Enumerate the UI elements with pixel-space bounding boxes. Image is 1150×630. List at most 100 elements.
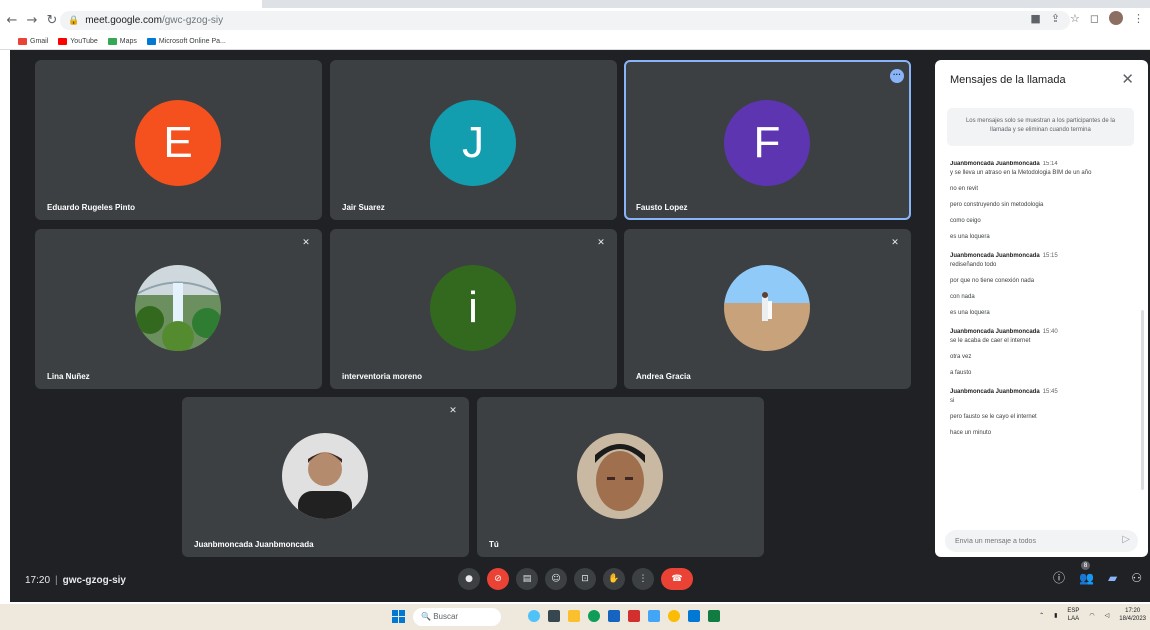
- tab-strip: [0, 0, 1150, 8]
- url-host: meet.google.com: [85, 15, 162, 26]
- chat-message-input[interactable]: [945, 530, 1105, 553]
- language-indicator[interactable]: ESP LAA: [1067, 607, 1079, 623]
- avatar-photo: [577, 433, 663, 519]
- microphone-icon[interactable]: ●: [458, 568, 480, 590]
- sidepanel-icon[interactable]: ◻: [1090, 12, 1099, 25]
- chrome-icon[interactable]: [668, 610, 680, 622]
- message-sender: Juanbmoncada Juanbmoncada: [950, 329, 1040, 335]
- screen: ← → ↻ 🔒 meet.google.com/gwc-gzog-siy ■ ⇪…: [0, 0, 1150, 630]
- widgets-icon[interactable]: [528, 610, 540, 622]
- wifi-icon[interactable]: ◠: [1089, 612, 1094, 619]
- file-explorer-icon[interactable]: [568, 610, 580, 622]
- url-path: /gwc-gzog-siy: [161, 15, 224, 26]
- participant-tile-andrea[interactable]: ✕ Andrea Gracia: [624, 229, 911, 389]
- message-line: y se lleva un atraso en la Metodologia B…: [950, 170, 1092, 176]
- separator: |: [55, 575, 58, 586]
- avatar-photo: [724, 265, 810, 351]
- toolbar-right: ■ ⇪ ☆ ◻ ⋮: [1030, 11, 1144, 25]
- message-time: 15:45: [1042, 389, 1058, 395]
- participant-name: Eduardo Rugeles Pinto: [47, 203, 136, 212]
- participant-tile-interventoria[interactable]: ✕ i interventoria moreno: [330, 229, 617, 389]
- info-icon[interactable]: ⓘ: [1053, 569, 1065, 586]
- camera-off-icon[interactable]: ⊘: [487, 568, 509, 590]
- indoor-waterfall-photo: [135, 265, 221, 351]
- beach-photo: [724, 265, 810, 351]
- chat-messages[interactable]: Juanbmoncada Juanbmoncada 15:14 y se llev…: [950, 161, 1135, 521]
- forward-icon[interactable]: →: [24, 13, 40, 29]
- mic-off-icon: ✕: [597, 238, 605, 248]
- gmail-icon: [18, 38, 27, 45]
- meeting-info: 17:20 | gwc-gzog-siy: [25, 575, 126, 586]
- excel-icon[interactable]: [708, 610, 720, 622]
- profile-avatar[interactable]: [1109, 11, 1123, 25]
- bookmark-star-icon[interactable]: ☆: [1070, 12, 1080, 25]
- participant-tile-juanbmoncada[interactable]: ✕ Juanbmoncada Juanbmoncada: [182, 397, 469, 557]
- participant-tile-fausto[interactable]: ··· F Fausto Lopez: [624, 60, 911, 220]
- message-line: con nada: [950, 294, 975, 300]
- bookmark-maps[interactable]: Maps: [107, 38, 137, 45]
- microsoft-icon: [146, 38, 156, 45]
- edge-icon[interactable]: [588, 610, 600, 622]
- participant-name: Jair Suarez: [342, 203, 385, 212]
- address-bar[interactable]: 🔒 meet.google.com/gwc-gzog-siy: [60, 11, 1070, 30]
- more-options-icon[interactable]: ⋮: [632, 568, 654, 590]
- system-tray: ⌃ ▮ ESP LAA ◠ ◁ 17:20 18/4/2023: [1039, 607, 1146, 623]
- leave-call-button[interactable]: ☎: [661, 568, 693, 590]
- taskbar-clock[interactable]: 17:20 18/4/2023: [1119, 607, 1146, 623]
- raise-hand-icon[interactable]: ✋: [603, 568, 625, 590]
- message-time: 15:40: [1042, 329, 1058, 335]
- taskbar-search[interactable]: 🔍 Buscar: [413, 608, 501, 626]
- windows-start-icon[interactable]: [392, 610, 405, 623]
- send-icon[interactable]: ▷: [1122, 534, 1130, 545]
- menu-dots-icon[interactable]: ⋮: [1133, 12, 1144, 25]
- bookmark-microsoft[interactable]: Microsoft Online Pa...: [146, 38, 226, 45]
- bookmarks-bar: Gmail YouTube Maps Microsoft Online Pa..…: [0, 34, 1150, 50]
- reload-icon[interactable]: ↻: [44, 13, 60, 29]
- captions-icon[interactable]: ▤: [516, 568, 538, 590]
- meeting-code: gwc-gzog-siy: [62, 575, 126, 586]
- call-controls: ● ⊘ ▤ ☺ ⊡ ✋ ⋮ ☎: [458, 568, 693, 590]
- chat-scrollbar[interactable]: [1141, 310, 1144, 490]
- present-screen-icon[interactable]: ⊡: [574, 568, 596, 590]
- battery-icon[interactable]: ▮: [1054, 612, 1057, 619]
- close-icon[interactable]: ✕: [1121, 70, 1134, 88]
- bookmark-youtube[interactable]: YouTube: [58, 38, 98, 45]
- task-view-icon[interactable]: [548, 610, 560, 622]
- people-count-badge: 8: [1081, 560, 1091, 570]
- people-icon[interactable]: 8 👥: [1079, 560, 1094, 585]
- share-icon[interactable]: ⇪: [1051, 12, 1060, 25]
- chat-input-box[interactable]: ▷: [945, 530, 1138, 553]
- chat-panel: Mensajes de la llamada ✕ Los mensajes so…: [935, 60, 1148, 557]
- active-tab[interactable]: [0, 0, 262, 8]
- maps-icon: [107, 38, 117, 45]
- participant-tile-jair[interactable]: J Jair Suarez: [330, 60, 617, 220]
- participant-name: Tú: [489, 540, 499, 549]
- more-options-icon[interactable]: ···: [890, 69, 904, 83]
- store-icon[interactable]: [608, 610, 620, 622]
- message-line: pero fausto se le cayo el internet: [950, 414, 1037, 420]
- taskbar: 🔍 Buscar ⌃ ▮ ESP LAA ◠ ◁ 17:20 18/4/2023: [0, 604, 1150, 630]
- avatar: F: [724, 100, 810, 186]
- clock-date: 18/4/2023: [1119, 616, 1146, 622]
- volume-icon[interactable]: ◁: [1105, 612, 1110, 619]
- emoji-icon[interactable]: ☺: [545, 568, 567, 590]
- camera-icon[interactable]: ■: [1030, 12, 1040, 25]
- bookmark-label: Gmail: [30, 38, 49, 45]
- back-icon[interactable]: ←: [4, 13, 20, 29]
- participant-tile-eduardo[interactable]: E Eduardo Rugeles Pinto: [35, 60, 322, 220]
- lock-icon[interactable]: 🔒: [68, 16, 79, 26]
- participant-tile-lina[interactable]: ✕ Lina Nuñez: [35, 229, 322, 389]
- chat-icon[interactable]: ▰: [1108, 571, 1117, 585]
- activities-icon[interactable]: ⚇: [1131, 571, 1142, 585]
- chat-title: Mensajes de la llamada: [950, 74, 1066, 86]
- outlook-icon[interactable]: [688, 610, 700, 622]
- photos-icon[interactable]: [648, 610, 660, 622]
- mic-off-icon: ✕: [302, 238, 310, 248]
- participant-tile-self[interactable]: Tú: [477, 397, 764, 557]
- bookmark-gmail[interactable]: Gmail: [18, 38, 48, 45]
- message-header: Juanbmoncada Juanbmoncada 15:40: [950, 329, 1135, 335]
- participant-name: Lina Nuñez: [47, 372, 90, 381]
- url-text: meet.google.com/gwc-gzog-siy: [85, 15, 223, 26]
- office-icon[interactable]: [628, 610, 640, 622]
- chevron-up-icon[interactable]: ⌃: [1039, 612, 1044, 619]
